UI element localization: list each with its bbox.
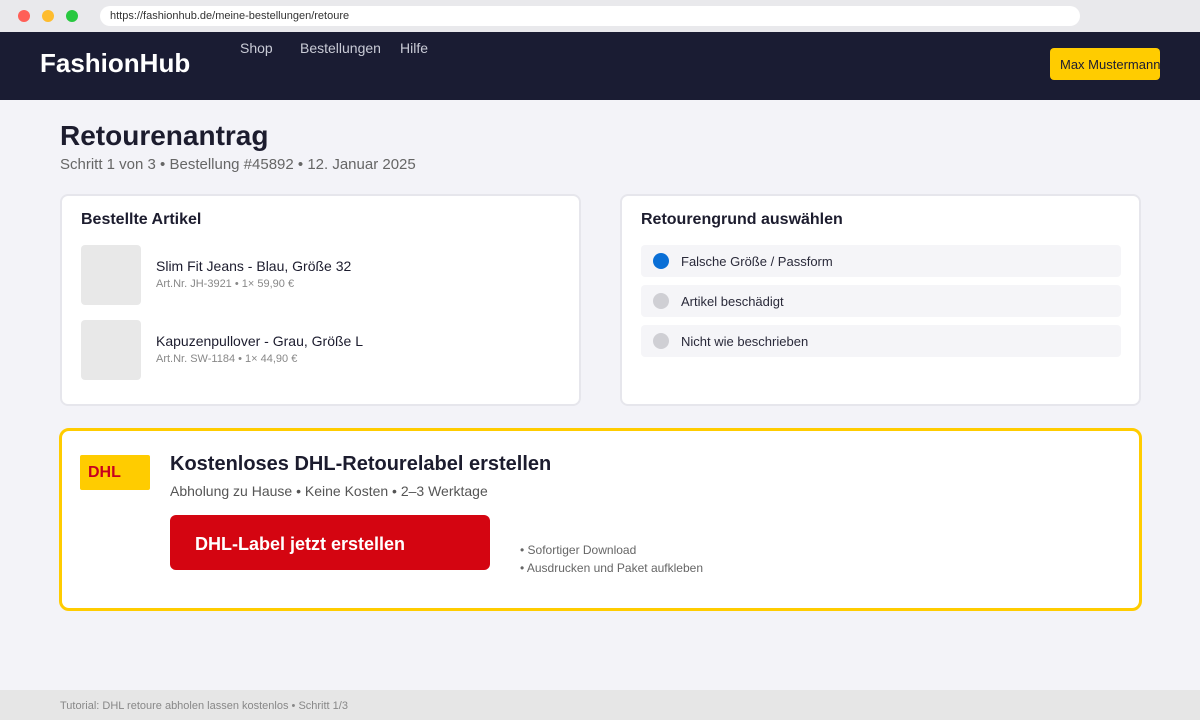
- articles-card-title: Bestellte Artikel: [81, 211, 202, 228]
- close-window-icon[interactable]: [18, 10, 30, 22]
- page-subtitle: Schritt 1 von 3 • Bestellung #45892 • 12…: [60, 156, 416, 173]
- minimize-window-icon[interactable]: [42, 10, 54, 22]
- dhl-logo: DHL: [80, 455, 150, 490]
- reason-label: Falsche Größe / Passform: [681, 254, 833, 269]
- article-meta: Art.Nr. JH-3921 • 1× 59,90 €: [156, 278, 295, 290]
- dhl-label-panel: DHL Kostenloses DHL-Retourelabel erstell…: [59, 428, 1142, 611]
- dhl-panel-subtitle: Abholung zu Hause • Keine Kosten • 2–3 W…: [170, 483, 488, 499]
- reason-option-damaged[interactable]: Artikel beschädigt: [641, 285, 1121, 317]
- dhl-feature-item: • Sofortiger Download: [520, 543, 637, 557]
- reason-option-not-as-described[interactable]: Nicht wie beschrieben: [641, 325, 1121, 357]
- reason-label: Artikel beschädigt: [681, 294, 784, 309]
- reason-label: Nicht wie beschrieben: [681, 334, 809, 349]
- reasons-card-title: Retourengrund auswählen: [641, 211, 843, 228]
- nav-link-help[interactable]: Hilfe: [400, 40, 428, 56]
- return-reason-card: Retourengrund auswählen Falsche Größe / …: [620, 194, 1141, 406]
- dhl-feature-item: • Ausdrucken und Paket aufkleben: [520, 561, 703, 575]
- article-thumbnail: [81, 320, 141, 380]
- article-meta: Art.Nr. SW-1184 • 1× 44,90 €: [156, 353, 298, 365]
- brand-logo[interactable]: FashionHub: [40, 48, 190, 79]
- article-thumbnail: [81, 245, 141, 305]
- address-bar[interactable]: https://fashionhub.de/meine-bestellungen…: [100, 6, 1080, 26]
- dhl-panel-title: Kostenloses DHL-Retourelabel erstellen: [170, 453, 552, 475]
- nav-link-shop[interactable]: Shop: [240, 40, 273, 56]
- article-item: Kapuzenpullover - Grau, Größe L Art.Nr. …: [81, 320, 561, 380]
- article-item: Slim Fit Jeans - Blau, Größe 32 Art.Nr. …: [81, 245, 561, 305]
- create-dhl-label-button[interactable]: DHL-Label jetzt erstellen: [170, 515, 490, 570]
- radio-unselected-icon[interactable]: [653, 333, 669, 349]
- nav-link-orders[interactable]: Bestellungen: [300, 40, 381, 56]
- ordered-articles-card: Bestellte Artikel Slim Fit Jeans - Blau,…: [60, 194, 581, 406]
- tutorial-footer: Tutorial: DHL retoure abholen lassen kos…: [0, 690, 1200, 720]
- browser-chrome: https://fashionhub.de/meine-bestellungen…: [0, 0, 1200, 32]
- reason-option-wrong-size[interactable]: Falsche Größe / Passform: [641, 245, 1121, 277]
- page-title: Retourenantrag: [60, 120, 269, 151]
- article-name: Slim Fit Jeans - Blau, Größe 32: [156, 258, 352, 274]
- site-header: FashionHub Shop Bestellungen Hilfe Max M…: [0, 32, 1200, 100]
- article-name: Kapuzenpullover - Grau, Größe L: [156, 333, 363, 349]
- radio-selected-icon[interactable]: [653, 253, 669, 269]
- radio-unselected-icon[interactable]: [653, 293, 669, 309]
- user-account-button[interactable]: Max Mustermann: [1050, 48, 1160, 80]
- maximize-window-icon[interactable]: [66, 10, 78, 22]
